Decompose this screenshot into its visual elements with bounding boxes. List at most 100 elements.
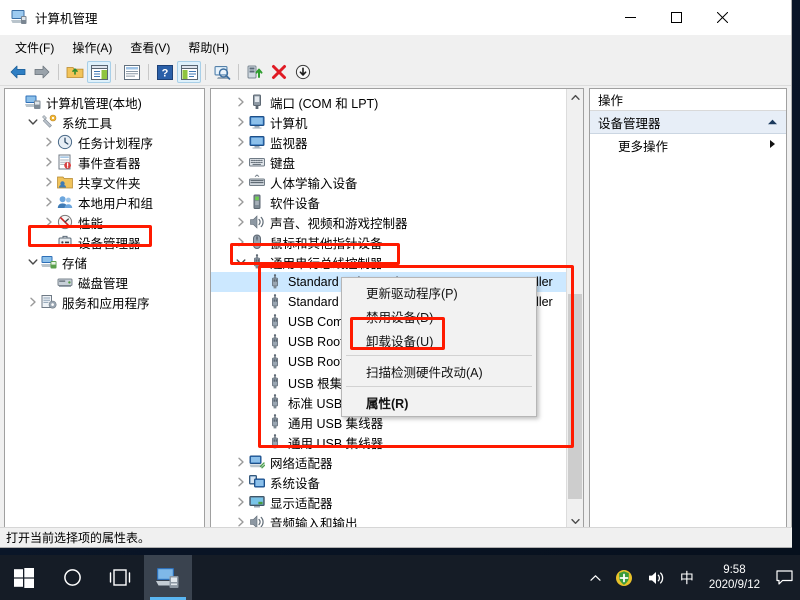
context-menu-item[interactable]: 属性(R)	[342, 390, 536, 414]
minimize-button[interactable]	[607, 0, 653, 34]
chevron-right-icon[interactable]	[25, 292, 41, 312]
tree-row[interactable]: 监视器	[211, 132, 566, 152]
disable-device-icon[interactable]	[291, 61, 315, 83]
chevron-right-icon[interactable]	[233, 452, 249, 472]
search-icon[interactable]	[48, 555, 96, 600]
tree-row[interactable]: 系统工具	[5, 112, 204, 132]
show-hide-action-icon[interactable]	[177, 61, 201, 83]
scrollbar-thumb[interactable]	[568, 294, 582, 499]
tree-row[interactable]: 事件查看器	[5, 152, 204, 172]
context-menu-item[interactable]: 更新驱动程序(P)	[342, 280, 536, 304]
chevron-right-icon[interactable]	[233, 132, 249, 152]
device-tree-pane[interactable]: 端口 (COM 和 LPT)计算机监视器键盘人体学输入设备软件设备声音、视频和游…	[210, 88, 584, 531]
chevron-right-icon[interactable]	[233, 492, 249, 512]
menu-help[interactable]: 帮助(H)	[179, 36, 238, 59]
tree-expander-placeholder	[251, 412, 267, 432]
tree-row[interactable]: 通用串行总线控制器	[211, 252, 566, 272]
start-button[interactable]	[0, 555, 48, 600]
port-icon	[249, 94, 266, 110]
tree-row[interactable]: 存储	[5, 252, 204, 272]
usb-icon	[267, 354, 284, 370]
chevron-right-icon[interactable]	[233, 152, 249, 172]
uninstall-device-icon[interactable]	[267, 61, 291, 83]
chevron-right-icon[interactable]	[41, 172, 57, 192]
tree-row[interactable]: 设备管理器	[5, 232, 204, 252]
menu-view[interactable]: 查看(V)	[121, 36, 179, 59]
tree-row[interactable]: 端口 (COM 和 LPT)	[211, 92, 566, 112]
actions-item-more-actions[interactable]: 更多操作	[590, 134, 786, 156]
menu-action[interactable]: 操作(A)	[63, 36, 121, 59]
tree-row-label: 服务和应用程序	[62, 293, 150, 312]
tree-row-label: 软件设备	[270, 193, 320, 212]
show-hide-tree-icon[interactable]	[87, 61, 111, 83]
up-folder-icon[interactable]	[63, 61, 87, 83]
tree-row[interactable]: 性能	[5, 212, 204, 232]
tree-row[interactable]: 声音、视频和游戏控制器	[211, 212, 566, 232]
taskbar-clock[interactable]: 9:58 2020/9/12	[701, 555, 768, 600]
tree-row[interactable]: 计算机	[211, 112, 566, 132]
tree-row[interactable]: 计算机管理(本地)	[5, 92, 204, 112]
device-context-menu[interactable]: 更新驱动程序(P)禁用设备(D)卸载设备(U) 扫描检测硬件改动(A) 属性(R)	[341, 277, 537, 417]
menu-file[interactable]: 文件(F)	[6, 36, 63, 59]
computer-management-icon	[25, 94, 42, 110]
usb-icon	[267, 414, 284, 430]
chevron-up-icon[interactable]	[767, 115, 778, 129]
ime-indicator[interactable]: 中	[673, 555, 701, 600]
chevron-right-icon[interactable]	[233, 472, 249, 492]
back-icon[interactable]	[6, 61, 30, 83]
tree-row[interactable]: 人体学输入设备	[211, 172, 566, 192]
chevron-right-icon[interactable]	[233, 212, 249, 232]
chevron-down-icon[interactable]	[25, 252, 41, 272]
context-menu-item[interactable]: 卸载设备(U)	[342, 328, 536, 352]
tree-expander-placeholder	[41, 232, 57, 252]
actions-group-device-manager[interactable]: 设备管理器	[590, 111, 786, 134]
help-icon[interactable]: ?	[153, 61, 177, 83]
security-shield-icon[interactable]	[608, 555, 640, 600]
tree-expander-placeholder	[41, 272, 57, 292]
close-button[interactable]	[699, 0, 745, 34]
title-bar[interactable]: 计算机管理	[0, 0, 791, 35]
tree-row[interactable]: 显示适配器	[211, 492, 566, 512]
chevron-right-icon[interactable]	[41, 152, 57, 172]
console-tree-pane[interactable]: 计算机管理(本地)系统工具任务计划程序事件查看器共享文件夹本地用户和组性能设备管…	[4, 88, 205, 531]
chevron-down-icon[interactable]	[233, 252, 249, 272]
tree-row[interactable]: 本地用户和组	[5, 192, 204, 212]
task-view-icon[interactable]	[96, 555, 144, 600]
tree-row[interactable]: 通用 USB 集线器	[211, 432, 566, 452]
chevron-right-icon[interactable]	[233, 232, 249, 252]
device-tree-scrollbar[interactable]	[566, 89, 583, 530]
tree-expander-placeholder	[251, 332, 267, 352]
action-center-icon[interactable]	[768, 555, 800, 600]
chevron-right-icon[interactable]	[233, 92, 249, 112]
panes-container: 计算机管理(本地)系统工具任务计划程序事件查看器共享文件夹本地用户和组性能设备管…	[0, 86, 791, 533]
tree-row[interactable]: 软件设备	[211, 192, 566, 212]
chevron-right-icon[interactable]	[233, 112, 249, 132]
chevron-down-icon[interactable]	[25, 112, 41, 132]
scroll-up-icon[interactable]	[567, 89, 583, 106]
forward-icon[interactable]	[30, 61, 54, 83]
chevron-right-icon[interactable]	[41, 192, 57, 212]
show-hidden-icons-icon[interactable]	[583, 555, 608, 600]
context-menu-item[interactable]: 扫描检测硬件改动(A)	[342, 359, 536, 383]
tree-row[interactable]: 服务和应用程序	[5, 292, 204, 312]
properties-icon[interactable]	[120, 61, 144, 83]
tree-row[interactable]: 任务计划程序	[5, 132, 204, 152]
tree-row[interactable]: 磁盘管理	[5, 272, 204, 292]
chevron-right-icon[interactable]	[233, 192, 249, 212]
actions-pane[interactable]: 操作 设备管理器 更多操作	[589, 88, 787, 531]
tree-row[interactable]: 网络适配器	[211, 452, 566, 472]
scan-hardware-icon[interactable]	[210, 61, 234, 83]
tree-row[interactable]: 键盘	[211, 152, 566, 172]
display-adapter-icon	[249, 494, 266, 510]
chevron-right-icon[interactable]	[41, 212, 57, 232]
update-driver-icon[interactable]	[243, 61, 267, 83]
context-menu-item[interactable]: 禁用设备(D)	[342, 304, 536, 328]
chevron-right-icon[interactable]	[233, 172, 249, 192]
tree-row[interactable]: 系统设备	[211, 472, 566, 492]
chevron-right-icon[interactable]	[41, 132, 57, 152]
tree-row[interactable]: 鼠标和其他指针设备	[211, 232, 566, 252]
maximize-button[interactable]	[653, 0, 699, 34]
volume-icon[interactable]	[640, 555, 673, 600]
tree-row[interactable]: 共享文件夹	[5, 172, 204, 192]
taskbar-app-computer-management[interactable]	[144, 555, 192, 600]
